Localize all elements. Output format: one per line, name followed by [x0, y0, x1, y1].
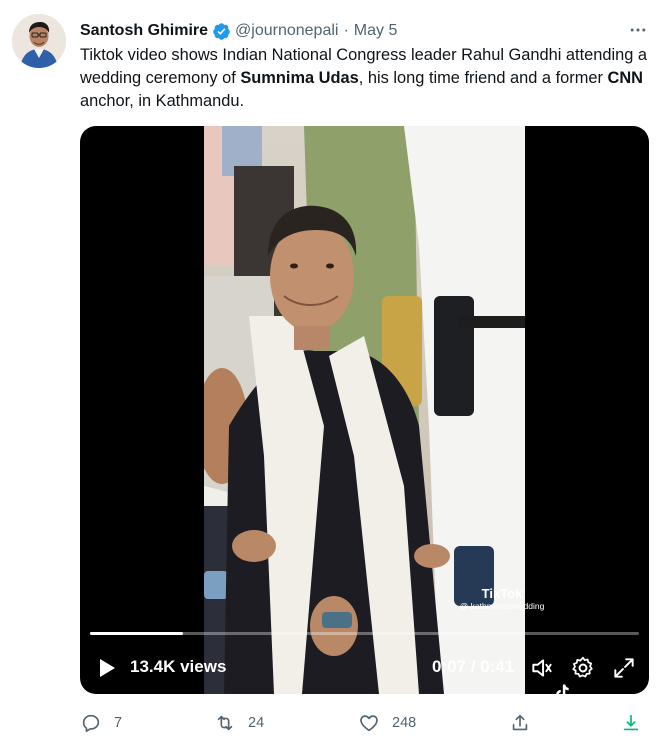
retweet-icon	[217, 715, 233, 731]
more-dots-icon[interactable]	[626, 18, 650, 42]
video-controls: 13.4K views 0:07 / 0:41	[80, 648, 649, 688]
tweet-text-part: , his long time friend and a former	[358, 69, 608, 87]
reply-button[interactable]: 7	[80, 712, 122, 734]
mention-sumnima-udas: Sumnima Udas	[240, 69, 359, 87]
tweet-header: Santosh Ghimire @journonepali · May 5	[80, 20, 650, 42]
avatar-portrait	[12, 14, 66, 68]
fullscreen-icon[interactable]	[611, 655, 637, 681]
video-progress-fill	[90, 632, 184, 635]
header-separator: ·	[343, 22, 349, 39]
author-avatar[interactable]	[12, 14, 66, 68]
download-button[interactable]	[620, 712, 642, 734]
volume-icon[interactable]	[529, 655, 555, 681]
verified-badge-icon	[212, 22, 231, 41]
reply-icon	[82, 714, 100, 733]
heart-icon	[360, 715, 378, 732]
retweet-button[interactable]: 24	[214, 712, 264, 734]
reply-count: 7	[114, 715, 123, 731]
share-icon	[512, 714, 528, 731]
author-name[interactable]: Santosh Ghimire	[80, 22, 208, 40]
tiktok-handle-text: @ kathmanduwedding	[459, 601, 545, 611]
tweet-text: Tiktok video shows Indian National Congr…	[80, 44, 650, 113]
tweet-actions: 7 24 248	[80, 712, 650, 740]
download-icon	[623, 714, 639, 731]
tiktok-watermark-text: TikTok @ kathmanduwedding	[452, 586, 552, 611]
author-handle[interactable]: @journonepali	[235, 22, 338, 40]
video-player[interactable]: TikTok @ kathmanduwedding 13.4K views 0:…	[80, 126, 649, 694]
tiktok-logo-text: TikTok	[481, 586, 523, 601]
like-count: 248	[392, 715, 417, 731]
tweet-date[interactable]: May 5	[354, 22, 398, 40]
video-time: 0:07 / 0:41	[432, 657, 515, 676]
video-progress-bar[interactable]	[90, 632, 639, 635]
share-button[interactable]	[509, 712, 531, 734]
tweet-text-part: anchor, in Kathmandu.	[80, 92, 245, 110]
gear-icon[interactable]	[570, 655, 596, 681]
view-count: 13.4K views	[130, 657, 227, 676]
like-button[interactable]: 248	[358, 712, 416, 734]
play-icon[interactable]	[97, 658, 117, 678]
retweet-count: 24	[248, 715, 265, 731]
mention-cnn: CNN	[607, 69, 644, 87]
